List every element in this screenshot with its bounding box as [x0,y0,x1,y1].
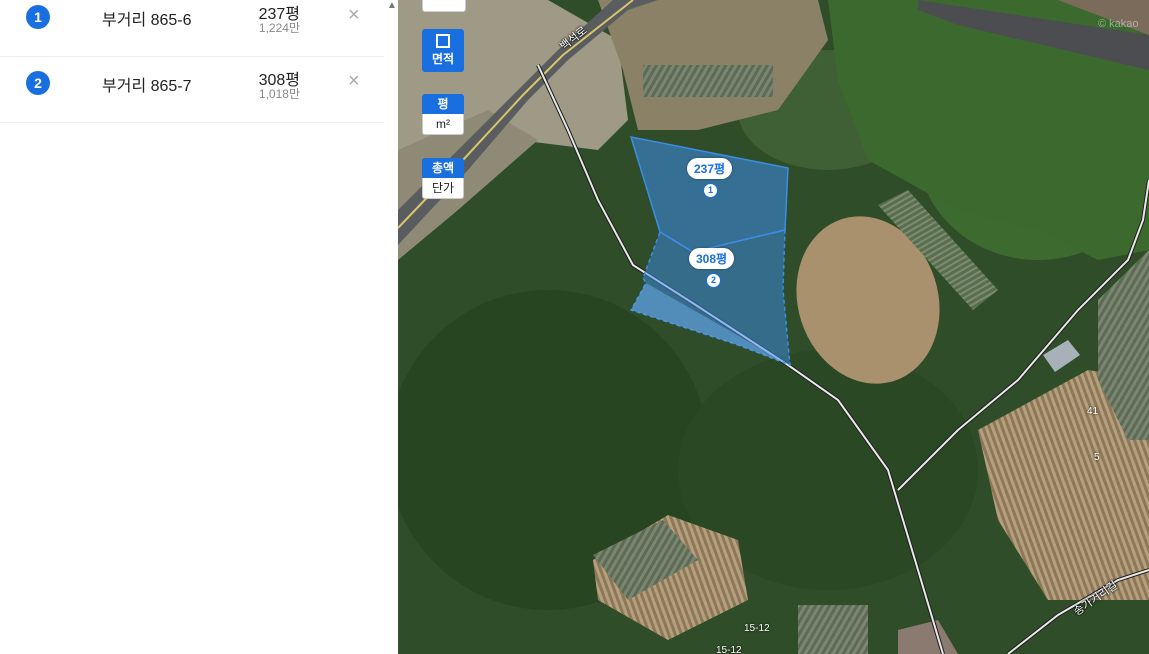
map-watermark: © kakao [1098,18,1139,30]
parcel-area-label[interactable]: 237평 [687,158,733,179]
parcel-address: 부거리 865-6 [102,12,192,29]
close-icon[interactable]: × [348,4,360,27]
lot-number: 5 [1094,452,1100,463]
close-icon[interactable]: × [348,70,360,93]
area-select-icon [436,34,450,48]
unit-toggle[interactable]: 평 m² [422,94,464,135]
list-item[interactable]: 1 부거리 865-6 237평 1,224만 × [0,0,384,57]
lot-number: 41 [1087,406,1099,417]
parcel-price: 1,224만 [258,21,300,35]
parcel-area-label[interactable]: 308평 [689,248,735,269]
area-tool-label: 면적 [431,52,455,66]
unit-sqm-option[interactable]: m² [422,114,464,135]
parcel-number-badge: 1 [26,5,50,29]
price-toggle[interactable]: 총액 단가 [422,158,464,199]
lot-number: 15-12 [744,623,770,634]
parcel-list-panel: 1 부거리 865-6 237평 1,224만 × 2 부거리 865-7 30… [0,0,384,654]
parcel-address: 부거리 865-7 [102,78,192,95]
price-total-option[interactable]: 총액 [422,158,464,178]
area-measure-button[interactable]: 면적 [422,29,464,72]
unit-pyeong-option[interactable]: 평 [422,94,464,114]
map-imagery [398,0,1149,654]
parcel-number-marker: 2 [706,273,721,288]
parcel-number-badge: 2 [26,71,50,95]
scroll-up-arrow-icon[interactable]: ▲ [387,0,397,11]
parcel-number-marker: 1 [703,183,718,198]
price-unit-option[interactable]: 단가 [422,178,464,199]
lot-number: 15-12 [716,645,742,654]
satellite-map[interactable]: 237평 1 308평 2 백석로 송가거리길 41 5 15-12 15-12… [398,0,1149,654]
scrollbar[interactable]: ▲ [384,0,398,654]
list-item[interactable]: 2 부거리 865-7 308평 1,018만 × [0,58,384,123]
map-tool-button[interactable] [422,0,466,12]
parcel-price: 1,018만 [258,87,300,101]
